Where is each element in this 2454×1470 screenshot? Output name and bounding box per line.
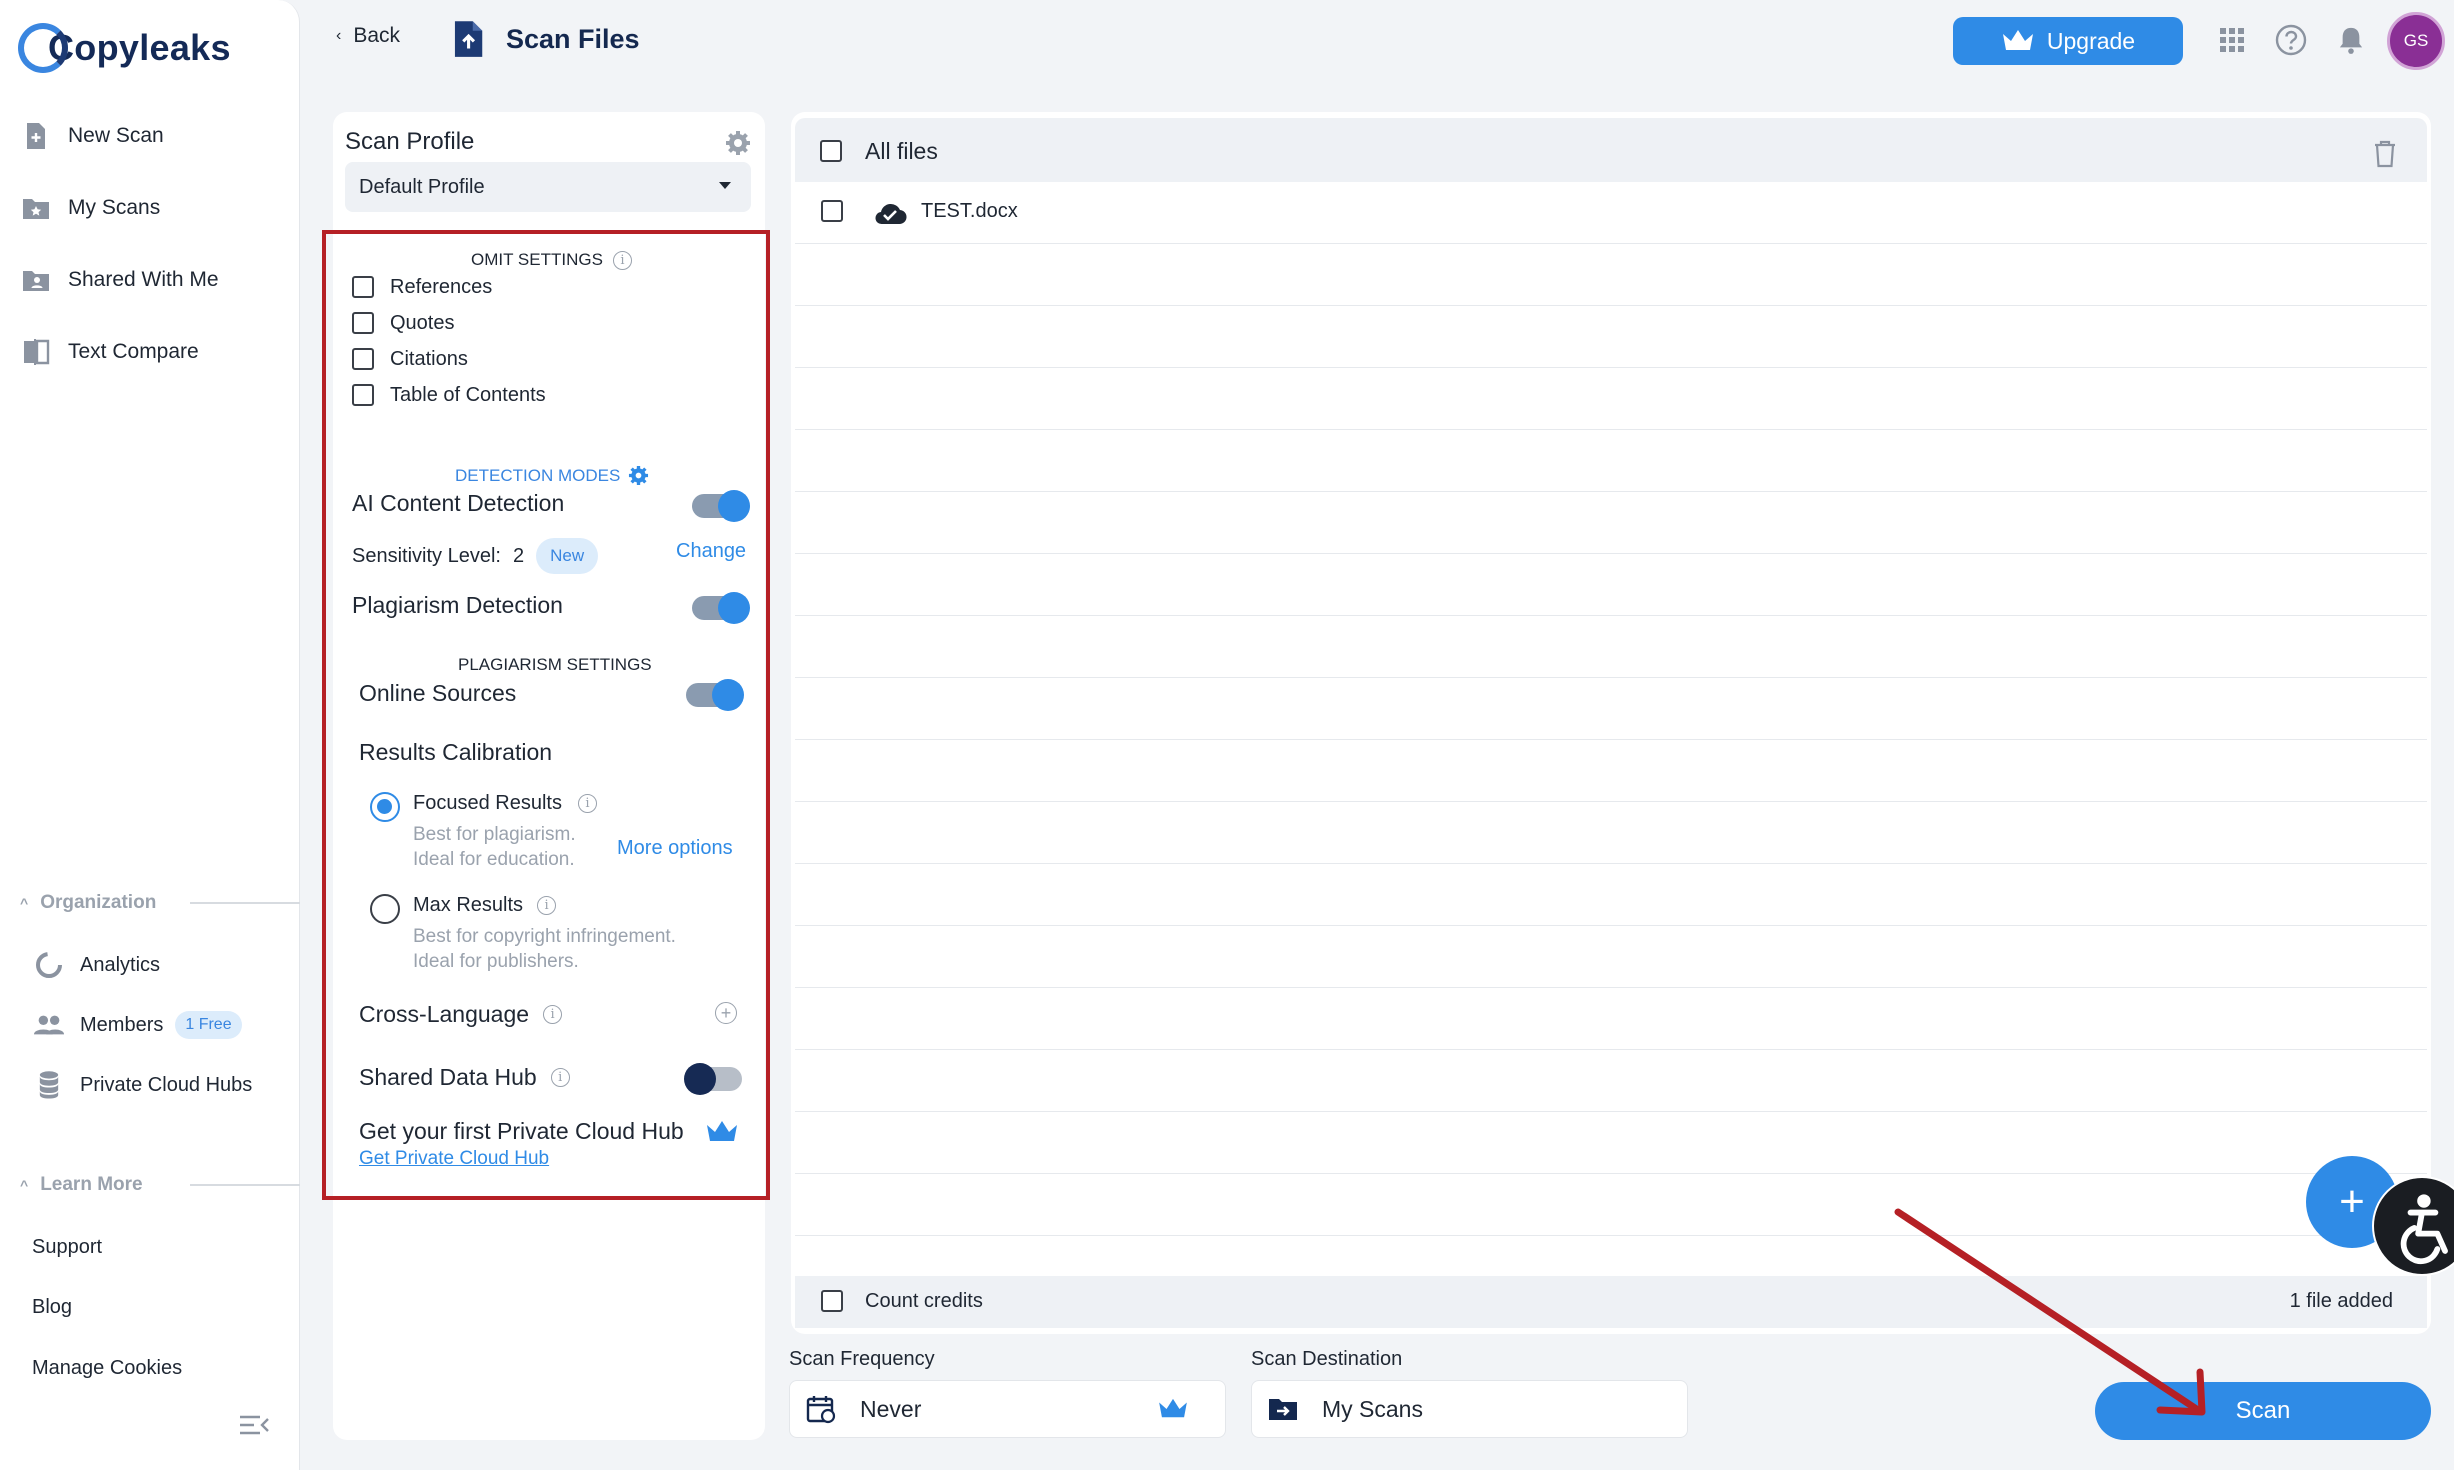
database-icon [32,1068,66,1102]
scan-destination-value: My Scans [1322,1395,1423,1422]
logo-text: Copyleaks [48,27,231,68]
count-credits-checkbox[interactable] [821,1290,843,1312]
page-title: Scan Files [506,23,640,54]
sidebar: Copyleaks New Scan My Scans Shared With … [0,0,300,1470]
trash-icon[interactable] [2373,140,2397,168]
accessibility-button[interactable] [2372,1176,2454,1276]
all-files-label: All files [865,138,938,164]
file-name: TEST.docx [921,200,1018,222]
sidebar-item-label: Private Cloud Hubs [80,1073,253,1096]
scan-profile-title: Scan Profile [345,128,475,155]
back-button[interactable]: ‹ Back [336,24,400,48]
analytics-icon [32,948,66,982]
files-footer: Count credits 1 file added [795,1276,2427,1328]
empty-row [795,554,2427,616]
empty-row [795,802,2427,864]
logo-mark [18,23,68,73]
sidebar-item-text-compare[interactable]: Text Compare [22,332,199,372]
file-checkbox[interactable] [821,200,843,222]
sidebar-item-label: Members [80,1013,164,1036]
collapse-sidebar-icon[interactable] [238,1410,270,1440]
sidebar-item-shared-with-me[interactable]: Shared With Me [22,260,219,300]
upgrade-button[interactable]: Upgrade [1953,17,2183,65]
page-header: Scan Files [452,20,640,58]
scan-frequency-select[interactable]: Never [789,1380,1226,1438]
empty-row [795,306,2427,368]
blog-link[interactable]: Blog [32,1296,72,1319]
files-added-count: 1 file added [2289,1290,2393,1312]
new-scan-icon [22,121,50,151]
learn-more-section-toggle[interactable]: ^ Learn More [20,1170,300,1200]
empty-row [795,740,2427,802]
calendar-icon [806,1396,836,1424]
chevron-up-icon: ^ [20,895,29,911]
sidebar-item-my-scans[interactable]: My Scans [22,188,160,228]
scan-destination-select[interactable]: My Scans [1251,1380,1688,1438]
crown-icon [1159,1398,1187,1418]
crown-icon [2002,30,2033,50]
empty-row [795,864,2427,926]
chevron-left-icon: ‹ [336,27,342,44]
sidebar-item-label: New Scan [68,124,164,147]
organization-title: Organization [40,892,157,913]
sidebar-item-private-cloud-hubs[interactable]: Private Cloud Hubs [32,1065,252,1105]
empty-row [795,678,2427,740]
sidebar-item-label: My Scans [68,196,161,219]
empty-row [795,926,2427,988]
divider [190,902,300,904]
sidebar-item-members[interactable]: Members 1 Free [32,1005,242,1045]
empty-row [795,616,2427,678]
accessibility-icon [2400,1194,2448,1265]
select-all-checkbox[interactable] [820,140,842,162]
scan-frequency-label: Scan Frequency [789,1348,935,1370]
empty-row [795,430,2427,492]
support-link[interactable]: Support [32,1236,102,1259]
help-icon[interactable] [2273,22,2309,58]
empty-row [795,244,2427,306]
sidebar-item-analytics[interactable]: Analytics [32,945,160,985]
plus-icon: + [2339,1177,2365,1226]
bell-icon[interactable] [2333,22,2369,58]
cloud-check-icon [875,203,907,225]
folder-arrow-icon [1269,1399,1297,1420]
members-icon [32,1008,66,1042]
divider [190,1184,300,1186]
scan-destination-label: Scan Destination [1251,1348,1403,1370]
free-seats-badge: 1 Free [175,1011,242,1039]
empty-row [795,1050,2427,1112]
chevron-up-icon: ^ [20,1177,29,1193]
apps-grid-icon[interactable] [2214,22,2250,58]
empty-row [795,368,2427,430]
scan-frequency-value: Never [860,1395,922,1422]
back-label: Back [353,24,401,47]
upgrade-label: Upgrade [2046,27,2136,54]
empty-row [795,492,2427,554]
shared-folder-icon [22,265,50,295]
sidebar-item-label: Text Compare [68,340,199,363]
empty-row [795,1174,2427,1236]
avatar[interactable]: GS [2387,12,2445,70]
upload-file-icon [454,21,483,57]
file-row[interactable]: TEST.docx [795,182,2427,244]
empty-row [795,988,2427,1050]
highlight-annotation-box [322,230,770,1200]
selected-profile: Default Profile [359,175,485,198]
sidebar-item-label: Shared With Me [68,268,219,291]
gear-icon[interactable] [725,130,751,156]
my-scans-icon [22,193,50,223]
manage-cookies-link[interactable]: Manage Cookies [32,1357,182,1380]
profile-select[interactable]: Default Profile [345,162,751,212]
learn-more-title: Learn More [40,1174,143,1195]
empty-row [795,1112,2427,1174]
copyleaks-logo[interactable]: Copyleaks [18,18,231,78]
files-header: All files [795,118,2427,182]
files-panel: All files TEST.docx Count credits 1 file… [791,112,2431,1334]
sidebar-item-new-scan[interactable]: New Scan [22,116,164,156]
text-compare-icon [22,337,50,367]
count-credits-label: Count credits [865,1290,983,1312]
caret-down-icon [719,182,731,189]
scan-button[interactable]: Scan [2095,1382,2431,1440]
sidebar-item-label: Analytics [80,953,161,976]
organization-section-toggle[interactable]: ^ Organization [20,888,300,918]
